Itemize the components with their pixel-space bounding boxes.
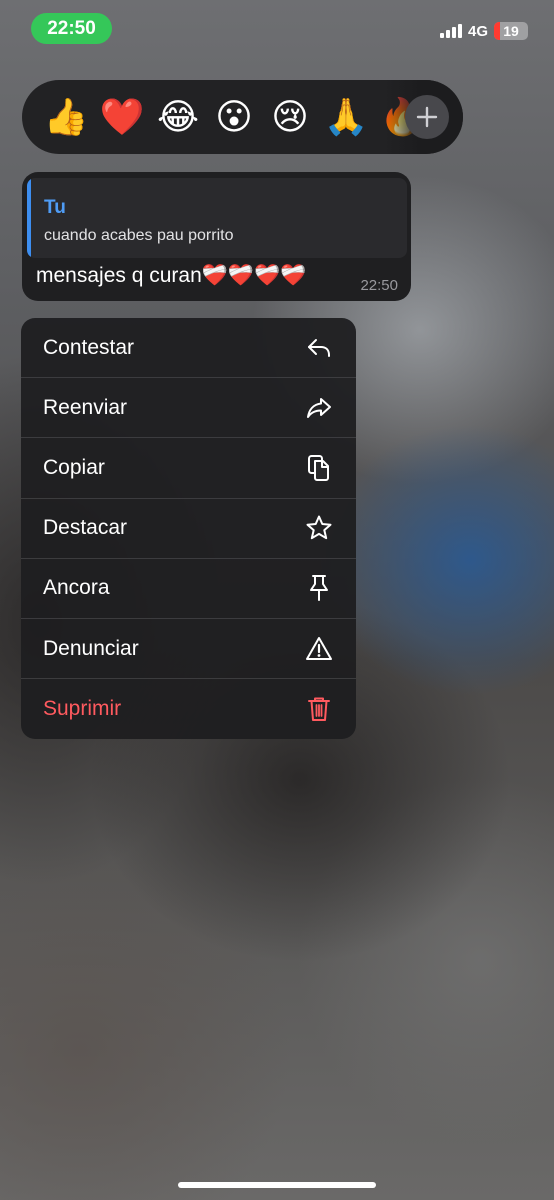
copy-icon [308, 454, 329, 481]
menu-item-denunciar[interactable]: Denunciar [21, 619, 356, 680]
status-indicators: 4G 19 [439, 22, 528, 40]
menu-item-destacar[interactable]: Destacar [21, 499, 356, 559]
home-indicator[interactable] [178, 1182, 376, 1188]
message-bubble[interactable]: Tu cuando acabes pau porrito mensajes q … [22, 172, 411, 301]
crying-face-icon[interactable]: 😢 [262, 89, 318, 145]
battery-level: 19 [503, 23, 519, 39]
menu-item-label: Destacar [43, 516, 128, 540]
quote-author: Tu [44, 197, 66, 218]
message-time: 22:50 [360, 277, 398, 294]
red-heart-icon[interactable]: ❤️ [94, 89, 150, 145]
message-text: mensajes q curan❤️‍🩹❤️‍🩹❤️‍🩹❤️‍🩹 [36, 264, 307, 287]
trash-icon [308, 697, 330, 722]
menu-item-label: Ancora [43, 576, 110, 600]
reaction-bar: 👍 ❤️ 😂 😮 😢 🙏 🔥 [22, 80, 463, 154]
reply-icon [308, 338, 330, 357]
folded-hands-icon[interactable]: 🙏 [318, 89, 374, 145]
surprised-face-icon[interactable]: 😮 [206, 89, 262, 145]
menu-item-suprimir[interactable]: Suprimir [21, 679, 356, 739]
menu-item-label: Suprimir [43, 697, 122, 721]
thumbs-up-icon[interactable]: 👍 [38, 89, 94, 145]
more-reactions-button[interactable] [405, 95, 449, 139]
menu-item-label: Denunciar [43, 636, 139, 660]
pin-icon [310, 575, 328, 602]
warning-icon [306, 636, 332, 660]
reply-quote[interactable]: Tu cuando acabes pau porrito [27, 178, 407, 258]
menu-item-label: Reenviar [43, 395, 128, 419]
network-type: 4G [467, 22, 488, 40]
status-time-pill: 22:50 [31, 13, 112, 44]
plus-icon [416, 106, 438, 128]
star-icon [306, 515, 332, 540]
tears-of-joy-icon[interactable]: 😂 [150, 89, 206, 145]
cellular-signal-icon [439, 24, 462, 38]
forward-icon [307, 397, 331, 418]
quote-accent-bar [27, 178, 31, 258]
menu-item-reenviar[interactable]: Reenviar [21, 378, 356, 439]
context-menu: Contestar Reenviar Copiar Destacar Ancor… [21, 318, 356, 739]
quote-text: cuando acabes pau porrito [44, 227, 234, 244]
menu-item-contestar[interactable]: Contestar [21, 318, 356, 379]
menu-item-copiar[interactable]: Copiar [21, 438, 356, 499]
menu-item-ancora[interactable]: Ancora [21, 559, 356, 619]
status-time: 22:50 [47, 17, 96, 39]
menu-item-label: Contestar [43, 335, 135, 359]
menu-item-label: Copiar [43, 455, 105, 479]
battery-icon: 19 [494, 22, 528, 40]
